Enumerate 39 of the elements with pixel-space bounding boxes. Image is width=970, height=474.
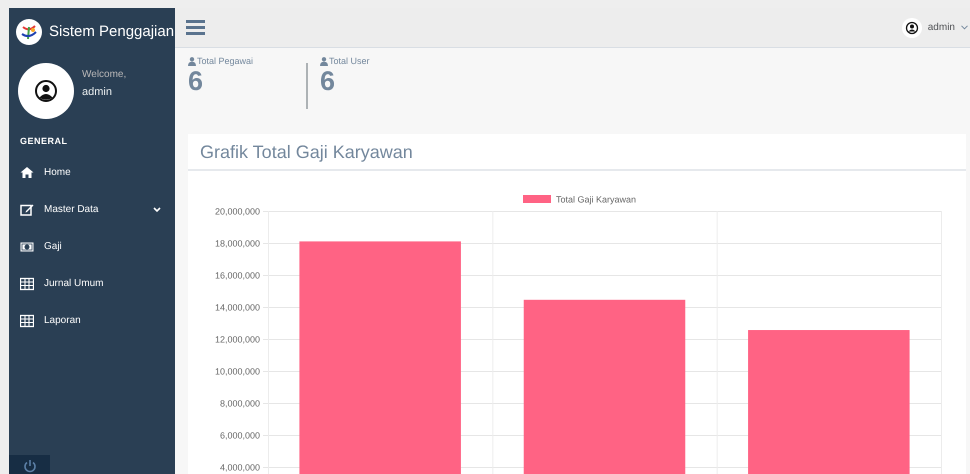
axis-tick-label: 20,000,000 [214,206,260,216]
power-icon [22,458,36,472]
app-title: Sistem Penggajian [49,23,174,40]
legend-label: Total Gaji Karyawan [556,194,636,204]
chart-legend: Total Gaji Karyawan [523,194,636,204]
menu-item[interactable]: Laporan [9,302,175,339]
logo-icon [16,18,42,44]
axis-tick-label: 12,000,000 [214,334,260,344]
stat-label: Total User [320,56,370,66]
table-icon [20,276,34,290]
edit-icon [20,202,34,216]
axis-tick-label: 14,000,000 [214,302,260,312]
axis-tick-label: 6,000,000 [220,430,260,440]
stat-value: 6 [320,66,336,96]
panel-title: Grafik Total Gaji Karyawan [188,134,966,171]
user-icon [320,56,328,66]
caret-icon [961,25,968,30]
axis-tick-label: 18,000,000 [214,238,260,248]
logout-button[interactable] [9,455,50,474]
user-icon [188,56,196,66]
welcome-text: Welcome, [82,69,126,80]
axis-tick-label: 10,000,000 [214,366,260,376]
home-icon [20,166,34,180]
menu-item[interactable]: Jurnal Umum [9,265,175,302]
menu-item[interactable]: Gaji [9,228,175,265]
user-menu[interactable]: admin [902,18,970,38]
avatar-icon [902,18,922,38]
stat-value: 6 [188,66,204,96]
menu-item[interactable]: Master Data [9,191,175,228]
user-name: admin [82,86,113,98]
axis-tick-label: 4,000,000 [220,462,260,472]
section-heading: GENERAL [19,135,69,146]
stat-label: Total Pegawai [188,56,306,66]
menu-icon[interactable] [186,20,205,35]
axis-tick-label: 8,000,000 [220,398,260,408]
axis-tick-label: 16,000,000 [214,270,260,280]
money-icon [20,240,34,254]
table-icon [20,314,34,328]
menu-item[interactable]: Home [9,154,175,191]
